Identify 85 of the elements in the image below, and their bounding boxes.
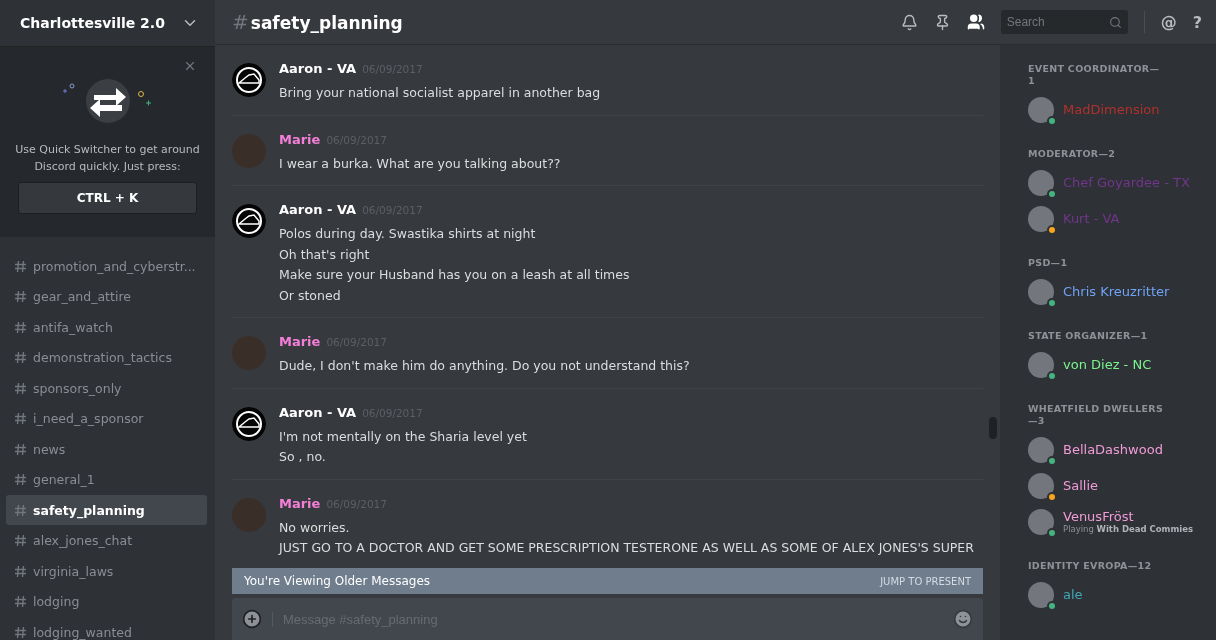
logo-avatar (232, 204, 266, 238)
role-heading: STATE ORGANIZER—1 (1028, 330, 1149, 342)
member-name[interactable]: ale (1063, 587, 1083, 602)
hash-icon (14, 290, 27, 303)
hash-icon (14, 442, 27, 456)
author-name[interactable]: Aaron - VA (279, 404, 357, 420)
member-name[interactable]: BellaDashwood (1063, 442, 1163, 457)
scrollbar-thumb[interactable] (989, 417, 997, 439)
channel-item[interactable]: sponsors_only (6, 373, 207, 403)
channel-item[interactable]: i_need_a_sponsor (6, 403, 207, 434)
channel-title: safety_planning (250, 13, 403, 33)
avatar (1028, 508, 1054, 535)
members-icon[interactable] (966, 13, 985, 31)
older-messages-text: You're Viewing Older Messages (244, 574, 431, 588)
message-text: Or stoned (279, 286, 342, 305)
author-name[interactable]: Aaron - VA (279, 202, 357, 217)
message-text: Polos during day. Swastika shirts at night (279, 225, 537, 243)
hash-icon (14, 564, 27, 578)
message-text: Make sure your Husband has you on a leash at all times (279, 266, 630, 284)
hash-icon (14, 595, 27, 608)
search-input[interactable]: Search (1006, 15, 1097, 29)
message-text: I wear a burka. What are you talking about?? (279, 154, 561, 173)
member-name[interactable]: Chris Kreuzritter (1063, 284, 1170, 299)
role-heading: PSD—1 (1028, 257, 1069, 269)
shortcut-key: CTRL + K (18, 182, 197, 214)
help-button[interactable]: ? (1192, 12, 1202, 32)
channel-item[interactable]: antifa_watch (6, 312, 207, 342)
member-name[interactable]: Sallie (1063, 478, 1099, 493)
role-heading: IDENTITY EVROPA—12 (1028, 560, 1153, 572)
channel-item[interactable]: demonstration_tactics (6, 342, 207, 373)
plus-icon[interactable] (242, 609, 262, 629)
jump-to-present-link[interactable]: JUMP TO PRESENT (880, 575, 971, 587)
message-text: Bring your national socialist apparel in another bag (279, 84, 601, 102)
avatar (1028, 205, 1054, 232)
avatar (1028, 96, 1054, 123)
hash-icon (14, 381, 27, 395)
role-heading: EVENT COORDINATOR—1 (1028, 63, 1161, 87)
search-field[interactable]: Search (1000, 10, 1128, 34)
hash-icon: # (232, 10, 249, 34)
channel-item[interactable]: safety_planning (6, 495, 207, 525)
author-name[interactable]: Aaron - VA (279, 61, 357, 76)
message-text: So , no. (279, 448, 327, 466)
role-heading: MODERATOR—2 (1028, 148, 1117, 160)
channel-item[interactable]: lodging (6, 586, 207, 617)
hash-icon (14, 259, 27, 273)
member-name[interactable]: VenusFröst (1063, 509, 1194, 524)
author-name[interactable]: Marie (279, 334, 321, 349)
author-name[interactable]: Marie (279, 495, 321, 511)
close-icon[interactable] (183, 59, 197, 73)
message-text: Oh that's right (279, 245, 371, 264)
hash-icon (14, 473, 27, 486)
avatar (1028, 472, 1054, 499)
hash-icon (14, 351, 27, 364)
message-text: Dude, I don't make him do anything. Do you not understand this? (279, 357, 690, 375)
message-text: I'm not mentally on the Sharia level yet (279, 427, 527, 446)
hash-icon (14, 412, 27, 425)
logo-avatar (232, 63, 266, 97)
hash-icon (14, 320, 27, 334)
quick-switcher-text: Use Quick Switcher to get around Discord quickly. Just press: (14, 142, 201, 175)
avatar (1028, 581, 1054, 608)
mention-button[interactable]: @ (1160, 12, 1177, 32)
avatar (1028, 436, 1054, 463)
channel-item[interactable]: alex_jones_chat (6, 525, 207, 556)
activity-text: Playing With Dead Commies (1063, 524, 1194, 534)
message-text: No worries. (279, 518, 351, 537)
channel-item[interactable]: gear_and_attire (6, 281, 207, 312)
hash-icon (14, 625, 27, 639)
role-heading: WHEATFIELD DWELLERS—3 (1028, 403, 1164, 427)
emoji-icon[interactable] (953, 609, 973, 629)
avatar (1028, 278, 1054, 305)
search-icon (1108, 15, 1122, 29)
channel-item[interactable]: general_1 (6, 464, 207, 495)
member-name[interactable]: von Diez - NC (1063, 357, 1152, 372)
hash-icon (14, 534, 27, 547)
logo-avatar (232, 406, 266, 441)
message-text: JUST GO TO A DOCTOR AND GET SOME PRESCRIPTION TESTERONE AS WELL AS SOME OF ALEX JONES'S SUPER (279, 539, 974, 557)
channel-item[interactable]: news (6, 434, 207, 464)
avatar (1028, 351, 1054, 378)
hash-icon (14, 503, 27, 517)
channel-item[interactable]: virginia_laws (6, 556, 207, 586)
avatar (1028, 169, 1054, 196)
channel-item[interactable]: lodging_wanted (6, 617, 207, 640)
bell-icon[interactable] (900, 13, 918, 31)
author-name[interactable]: Marie (279, 131, 321, 147)
channel-item[interactable]: promotion_and_cyberstr... (6, 251, 207, 281)
